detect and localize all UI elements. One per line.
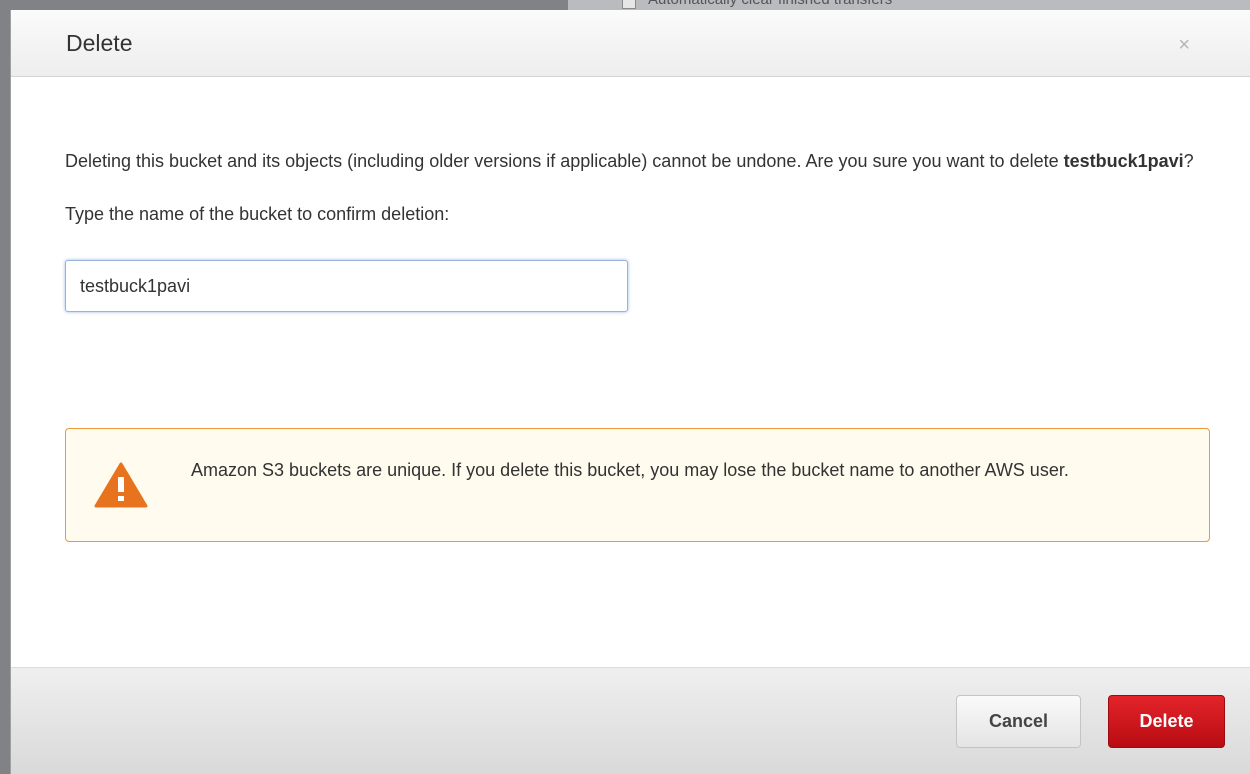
dialog-body: Deleting this bucket and its objects (in… bbox=[65, 77, 1210, 542]
background-settings-strip: Automatically clear finished transfers bbox=[568, 0, 1250, 10]
delete-button[interactable]: Delete bbox=[1108, 695, 1225, 748]
delete-message: Deleting this bucket and its objects (in… bbox=[65, 145, 1210, 177]
dialog-footer: Cancel Delete bbox=[11, 667, 1250, 774]
cancel-button[interactable]: Cancel bbox=[956, 695, 1081, 748]
bucket-name-input[interactable] bbox=[65, 260, 628, 312]
close-icon[interactable]: × bbox=[1178, 35, 1190, 55]
bucket-name: testbuck1pavi bbox=[1063, 151, 1184, 171]
warning-text: Amazon S3 buckets are unique. If you del… bbox=[191, 460, 1069, 480]
auto-clear-label: Automatically clear finished transfers bbox=[648, 0, 892, 8]
auto-clear-checkbox bbox=[622, 0, 636, 9]
dialog-title: Delete bbox=[66, 30, 133, 56]
warning-box: Amazon S3 buckets are unique. If you del… bbox=[65, 428, 1210, 542]
warning-triangle-icon bbox=[94, 462, 148, 508]
delete-message-end: ? bbox=[1183, 151, 1194, 171]
dialog-header: Delete × bbox=[11, 10, 1250, 77]
delete-message-text: Deleting this bucket and its objects (in… bbox=[65, 151, 1064, 171]
confirm-label: Type the name of the bucket to confirm d… bbox=[65, 204, 450, 224]
delete-bucket-dialog: Delete × Deleting this bucket and its ob… bbox=[10, 10, 1250, 774]
